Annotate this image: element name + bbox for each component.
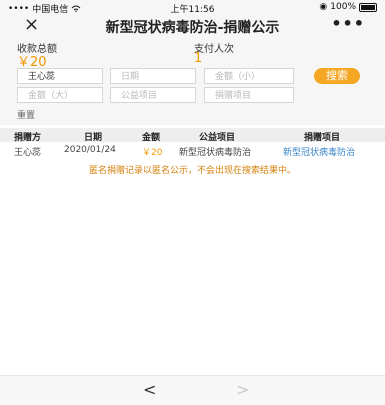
payer-count-value: 1 [194, 51, 203, 66]
donation-project-field[interactable]: 捐赠项目 [204, 87, 294, 103]
status-bar: •••• 中国电信 上午11:56 ◉ 100% [0, 0, 385, 15]
header-charity-project: 公益项目 [199, 133, 236, 143]
charity-project-field[interactable]: 公益项目 [110, 87, 196, 103]
header-date: 日期 [84, 133, 103, 143]
orientation-lock-icon: ◉ [319, 2, 328, 12]
forward-arrow-icon[interactable]: > [236, 380, 249, 399]
cell-amount: ￥20 [142, 148, 163, 158]
header-panel: •••• 中国电信 上午11:56 ◉ 100% × 新型冠状病毒防治-捐赠公示… [0, 0, 385, 125]
more-options-icon[interactable]: ••• [331, 14, 365, 33]
table-row: 王心蕊 2020/01/24 ￥20 新型冠状病毒防治 新型冠状病毒防治 [0, 143, 385, 158]
cell-charity-project: 新型冠状病毒防治 [179, 148, 252, 158]
table-header: 捐赠方 日期 金额 公益项目 捐赠项目 [0, 128, 385, 143]
donor-name-field[interactable]: 王心蕊 [17, 68, 103, 84]
header-donation-project: 捐赠项目 [304, 133, 341, 143]
header-donor: 捐赠方 [14, 133, 42, 143]
reset-button[interactable]: 重置 [17, 108, 35, 121]
amount-max-field[interactable]: 金额（大） [17, 87, 103, 103]
cell-donation-project-link[interactable]: 新型冠状病毒防治 [283, 145, 355, 158]
cell-donor: 王心蕊 [14, 148, 42, 158]
bottom-navigation: < > [0, 375, 385, 405]
battery-percent: 100% [330, 2, 356, 12]
page-title: 新型冠状病毒防治-捐赠公示 [105, 20, 280, 36]
cell-date: 2020/01/24 [64, 145, 116, 155]
date-field[interactable]: 日期 [110, 68, 196, 84]
battery-icon [359, 2, 377, 12]
amount-min-field[interactable]: 金额（小） [204, 68, 294, 84]
search-button[interactable]: 搜索 [314, 68, 360, 84]
title-bar: × 新型冠状病毒防治-捐赠公示 ••• [0, 14, 385, 38]
anonymous-notice: 匿名捐赠记录以匿名公示，不会出现在搜索结果中。 [88, 166, 296, 176]
back-arrow-icon[interactable]: < [143, 380, 156, 399]
header-amount: 金额 [142, 133, 161, 143]
